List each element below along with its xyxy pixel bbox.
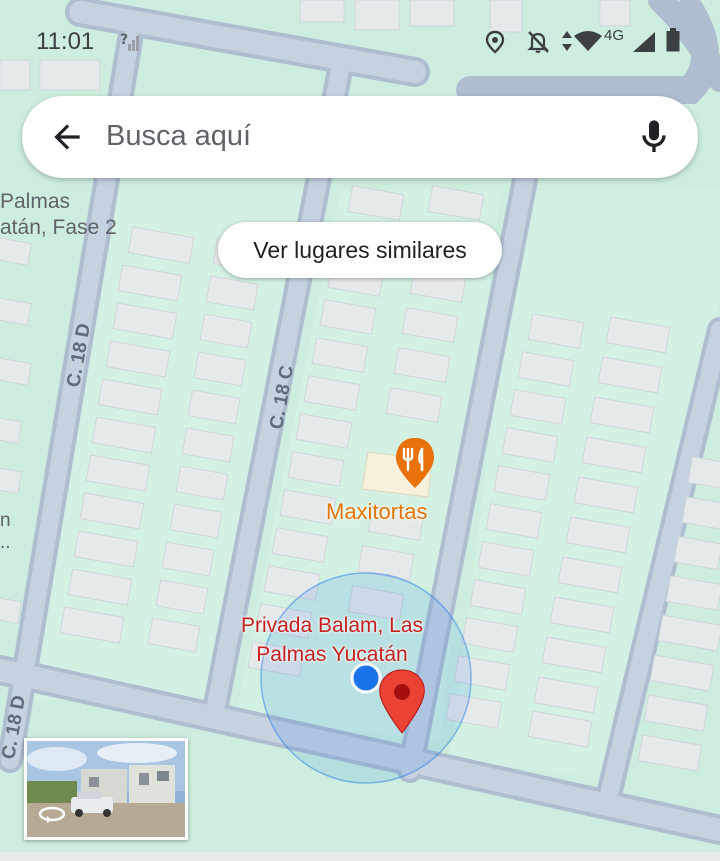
- battery-icon: [666, 28, 680, 52]
- street-view-thumbnail[interactable]: [24, 738, 188, 840]
- wifi-icon: [574, 31, 602, 51]
- edge-label-line2: ..: [0, 532, 11, 553]
- poi-label-maxitortas[interactable]: Maxitortas: [326, 499, 427, 525]
- status-time: 11:01: [36, 28, 95, 55]
- arrow-back-icon[interactable]: [48, 118, 86, 156]
- edge-label-line1: n: [0, 510, 11, 531]
- bottom-sheet-edge[interactable]: [0, 852, 720, 861]
- area-label: Palmas atán, Fase 2: [0, 189, 117, 241]
- unknown-signal-icon: ?: [120, 32, 139, 51]
- area-label-line1: Palmas: [0, 190, 71, 213]
- search-bar[interactable]: Busca aquí: [22, 96, 698, 178]
- network-type: 4G: [604, 27, 625, 44]
- edge-label: n ..: [0, 510, 11, 554]
- data-arrows-icon: [562, 31, 572, 51]
- status-bar: 11:01 ? 4G: [0, 0, 720, 80]
- area-label-line2: atán, Fase 2: [0, 216, 117, 239]
- location-icon: [485, 30, 505, 54]
- svg-text:?: ?: [120, 32, 128, 48]
- rotate-360-icon: [38, 806, 66, 823]
- pin-label[interactable]: Privada Balam, Las Palmas Yucatán: [226, 611, 438, 669]
- pin-label-line1: Privada Balam, Las: [240, 614, 424, 637]
- notifications-off-icon: [527, 31, 549, 53]
- similar-places-button[interactable]: Ver lugares similares: [218, 222, 502, 278]
- microphone-icon[interactable]: [634, 116, 674, 158]
- search-input[interactable]: Busca aquí: [106, 118, 251, 154]
- cell-signal-icon: [633, 32, 655, 52]
- pin-label-line2: Palmas Yucatán: [256, 643, 408, 666]
